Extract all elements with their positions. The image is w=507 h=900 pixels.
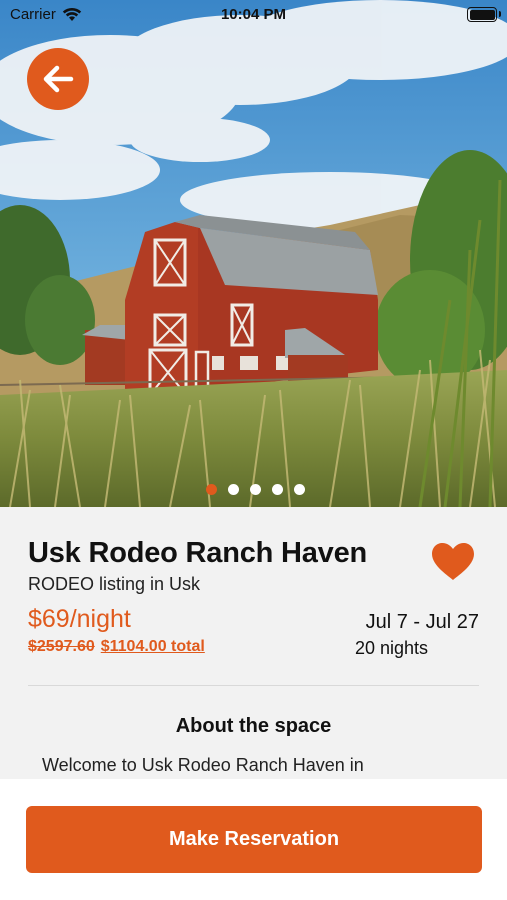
- listing-title: Usk Rodeo Ranch Haven: [28, 537, 368, 569]
- price-summary: $2597.60 $1104.00 total: [28, 638, 205, 656]
- arrow-left-icon: [43, 65, 74, 93]
- back-button[interactable]: [27, 48, 89, 110]
- nights-count: 20 nights: [355, 638, 429, 658]
- carousel-dot[interactable]: [249, 484, 261, 495]
- date-range: Jul 7 - Jul 27: [365, 611, 479, 633]
- carousel-dot[interactable]: [205, 484, 217, 495]
- price-per-night: $69/night: [28, 605, 131, 633]
- battery-icon: [467, 7, 501, 22]
- make-reservation-button[interactable]: Make Reservation: [26, 806, 482, 873]
- bottom-bar: Make Reservation: [0, 779, 507, 900]
- heart-icon[interactable]: [430, 542, 476, 582]
- carousel-dot[interactable]: [271, 484, 283, 495]
- original-price: $2597.60: [28, 638, 95, 655]
- carousel-dot[interactable]: [227, 484, 239, 495]
- status-time: 10:04 PM: [220, 6, 287, 23]
- about-heading: About the space: [175, 715, 332, 737]
- carousel-dot[interactable]: [293, 484, 305, 495]
- listing-subtitle: RODEO listing in Usk: [28, 574, 201, 594]
- divider: [28, 685, 479, 686]
- total-price-link[interactable]: $1104.00 total: [101, 638, 205, 655]
- hero-image[interactable]: Carrier 10:04 PM: [0, 0, 507, 507]
- about-description: Welcome to Usk Rodeo Ranch Haven in: [42, 755, 364, 775]
- carousel-indicator: [0, 484, 507, 495]
- listing-details: Usk Rodeo Ranch Haven RODEO listing in U…: [0, 507, 507, 779]
- status-bar: Carrier 10:04 PM: [0, 0, 507, 30]
